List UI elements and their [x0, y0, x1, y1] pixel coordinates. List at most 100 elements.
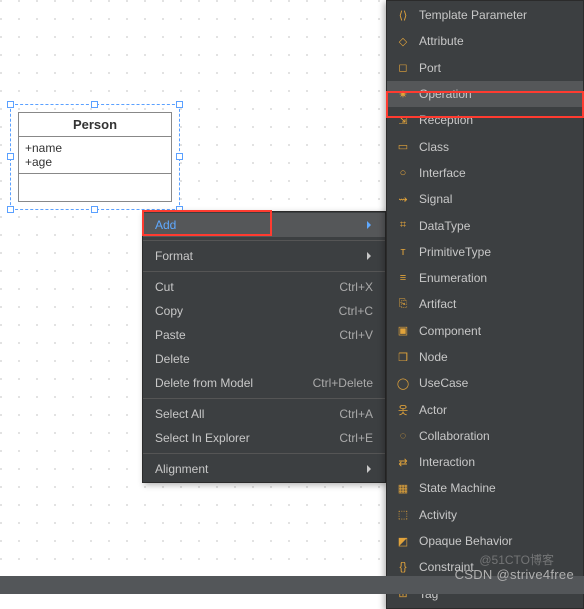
- uml-op-compartment: [19, 174, 171, 200]
- submenu-item-class[interactable]: ▭ Class: [387, 133, 583, 159]
- interaction-icon: ⇄: [395, 454, 411, 470]
- submenu-item-collaboration[interactable]: ◌ Collaboration: [387, 423, 583, 449]
- menu-item-label: Select All: [155, 407, 339, 421]
- submenu-item-label: PrimitiveType: [419, 245, 491, 259]
- state-machine-icon: ▦: [395, 480, 411, 496]
- activity-icon: ⬚: [395, 507, 411, 523]
- operation-icon: ✷: [395, 86, 411, 102]
- submenu-item-label: Node: [419, 350, 448, 364]
- collaboration-icon: ◌: [395, 428, 411, 444]
- menu-item-label: Add: [155, 218, 373, 232]
- menu-item-add[interactable]: Add: [143, 213, 385, 237]
- submenu-item-label: Interaction: [419, 455, 475, 469]
- submenu-item-label: Reception: [419, 113, 473, 127]
- menu-separator: [143, 398, 385, 399]
- menu-item-format[interactable]: Format: [143, 244, 385, 268]
- status-bar: [0, 576, 584, 594]
- submenu-item-label: Opaque Behavior: [419, 534, 512, 548]
- submenu-item-artifact[interactable]: ⎘ Artifact: [387, 291, 583, 317]
- menu-item-shortcut: Ctrl+A: [339, 407, 373, 421]
- attribute-icon: ◇: [395, 33, 411, 49]
- submenu-item-label: Collaboration: [419, 429, 490, 443]
- submenu-item-label: Class: [419, 140, 449, 154]
- component-icon: ▣: [395, 323, 411, 339]
- reception-icon: ⇲: [395, 112, 411, 128]
- menu-item-delete[interactable]: Delete: [143, 347, 385, 371]
- menu-item-label: Delete: [155, 352, 373, 366]
- menu-item-shortcut: Ctrl+E: [339, 431, 373, 445]
- submenu-item-node[interactable]: ❒ Node: [387, 344, 583, 370]
- menu-item-paste[interactable]: PasteCtrl+V: [143, 323, 385, 347]
- menu-separator: [143, 271, 385, 272]
- submenu-item-label: UseCase: [419, 376, 468, 390]
- datatype-icon: ⌗: [395, 218, 411, 234]
- submenu-item-port[interactable]: ◻ Port: [387, 55, 583, 81]
- submenu-item-label: Template Parameter: [419, 8, 527, 22]
- menu-item-label: Delete from Model: [155, 376, 313, 390]
- port-icon: ◻: [395, 60, 411, 76]
- submenu-item-signal[interactable]: ⇝ Signal: [387, 186, 583, 212]
- menu-item-shortcut: Ctrl+X: [339, 280, 373, 294]
- actor-icon: 옷: [395, 402, 411, 418]
- submenu-item-state-machine[interactable]: ▦ State Machine: [387, 475, 583, 501]
- submenu-item-label: Artifact: [419, 297, 456, 311]
- submenu-item-label: Actor: [419, 403, 447, 417]
- menu-item-label: Copy: [155, 304, 339, 318]
- menu-item-shortcut: Ctrl+Delete: [313, 376, 373, 390]
- menu-item-alignment[interactable]: Alignment: [143, 457, 385, 481]
- submenu-item-label: Constraint: [419, 560, 474, 574]
- opaque-behavior-icon: ◩: [395, 533, 411, 549]
- submenu-item-datatype[interactable]: ⌗ DataType: [387, 212, 583, 238]
- primitivetype-icon: ᴛ: [395, 244, 411, 260]
- submenu-item-label: Operation: [419, 87, 472, 101]
- submenu-item-label: Enumeration: [419, 271, 487, 285]
- template-parameter-icon: ⟨⟩: [395, 7, 411, 23]
- artifact-icon: ⎘: [395, 296, 411, 312]
- submenu-item-label: Activity: [419, 508, 457, 522]
- menu-separator: [143, 453, 385, 454]
- submenu-item-label: Port: [419, 61, 441, 75]
- menu-item-select-in-explorer[interactable]: Select In ExplorerCtrl+E: [143, 426, 385, 450]
- submenu-item-operation[interactable]: ✷ Operation: [387, 81, 583, 107]
- submenu-item-opaque-behavior[interactable]: ◩ Opaque Behavior: [387, 528, 583, 554]
- submenu-item-primitivetype[interactable]: ᴛ PrimitiveType: [387, 239, 583, 265]
- submenu-item-label: Signal: [419, 192, 452, 206]
- node-icon: ❒: [395, 349, 411, 365]
- uml-attr: +name: [25, 141, 165, 155]
- submenu-item-interface[interactable]: ○ Interface: [387, 160, 583, 186]
- interface-icon: ○: [395, 165, 411, 181]
- submenu-item-label: Attribute: [419, 34, 464, 48]
- add-submenu[interactable]: ⟨⟩ Template Parameter ◇ Attribute ◻ Port ✷ Oper…: [386, 0, 584, 609]
- uml-class-box[interactable]: Person +name +age: [18, 112, 172, 202]
- submenu-item-template-parameter[interactable]: ⟨⟩ Template Parameter: [387, 2, 583, 28]
- menu-item-cut[interactable]: CutCtrl+X: [143, 275, 385, 299]
- uml-attr: +age: [25, 155, 165, 169]
- submenu-item-reception[interactable]: ⇲ Reception: [387, 107, 583, 133]
- menu-item-label: Format: [155, 249, 373, 263]
- menu-item-select-all[interactable]: Select AllCtrl+A: [143, 402, 385, 426]
- submenu-item-interaction[interactable]: ⇄ Interaction: [387, 449, 583, 475]
- submenu-item-label: DataType: [419, 219, 470, 233]
- menu-item-delete-from-model[interactable]: Delete from ModelCtrl+Delete: [143, 371, 385, 395]
- constraint-icon: {}: [395, 559, 411, 575]
- submenu-item-usecase[interactable]: ◯ UseCase: [387, 370, 583, 396]
- submenu-item-label: Interface: [419, 166, 466, 180]
- menu-item-label: Alignment: [155, 462, 373, 476]
- submenu-item-enumeration[interactable]: ≡ Enumeration: [387, 265, 583, 291]
- menu-item-label: Select In Explorer: [155, 431, 339, 445]
- menu-item-label: Cut: [155, 280, 339, 294]
- submenu-item-activity[interactable]: ⬚ Activity: [387, 502, 583, 528]
- menu-item-copy[interactable]: CopyCtrl+C: [143, 299, 385, 323]
- enumeration-icon: ≡: [395, 270, 411, 286]
- uml-class-name: Person: [19, 113, 171, 137]
- submenu-item-component[interactable]: ▣Component: [387, 318, 583, 344]
- menu-item-label: Paste: [155, 328, 339, 342]
- context-menu[interactable]: AddFormatCutCtrl+XCopyCtrl+CPasteCtrl+VD…: [142, 211, 386, 483]
- menu-separator: [143, 240, 385, 241]
- submenu-item-label: State Machine: [419, 481, 496, 495]
- class-icon: ▭: [395, 139, 411, 155]
- submenu-item-actor[interactable]: 옷 Actor: [387, 396, 583, 422]
- submenu-item-attribute[interactable]: ◇ Attribute: [387, 28, 583, 54]
- usecase-icon: ◯: [395, 375, 411, 391]
- signal-icon: ⇝: [395, 191, 411, 207]
